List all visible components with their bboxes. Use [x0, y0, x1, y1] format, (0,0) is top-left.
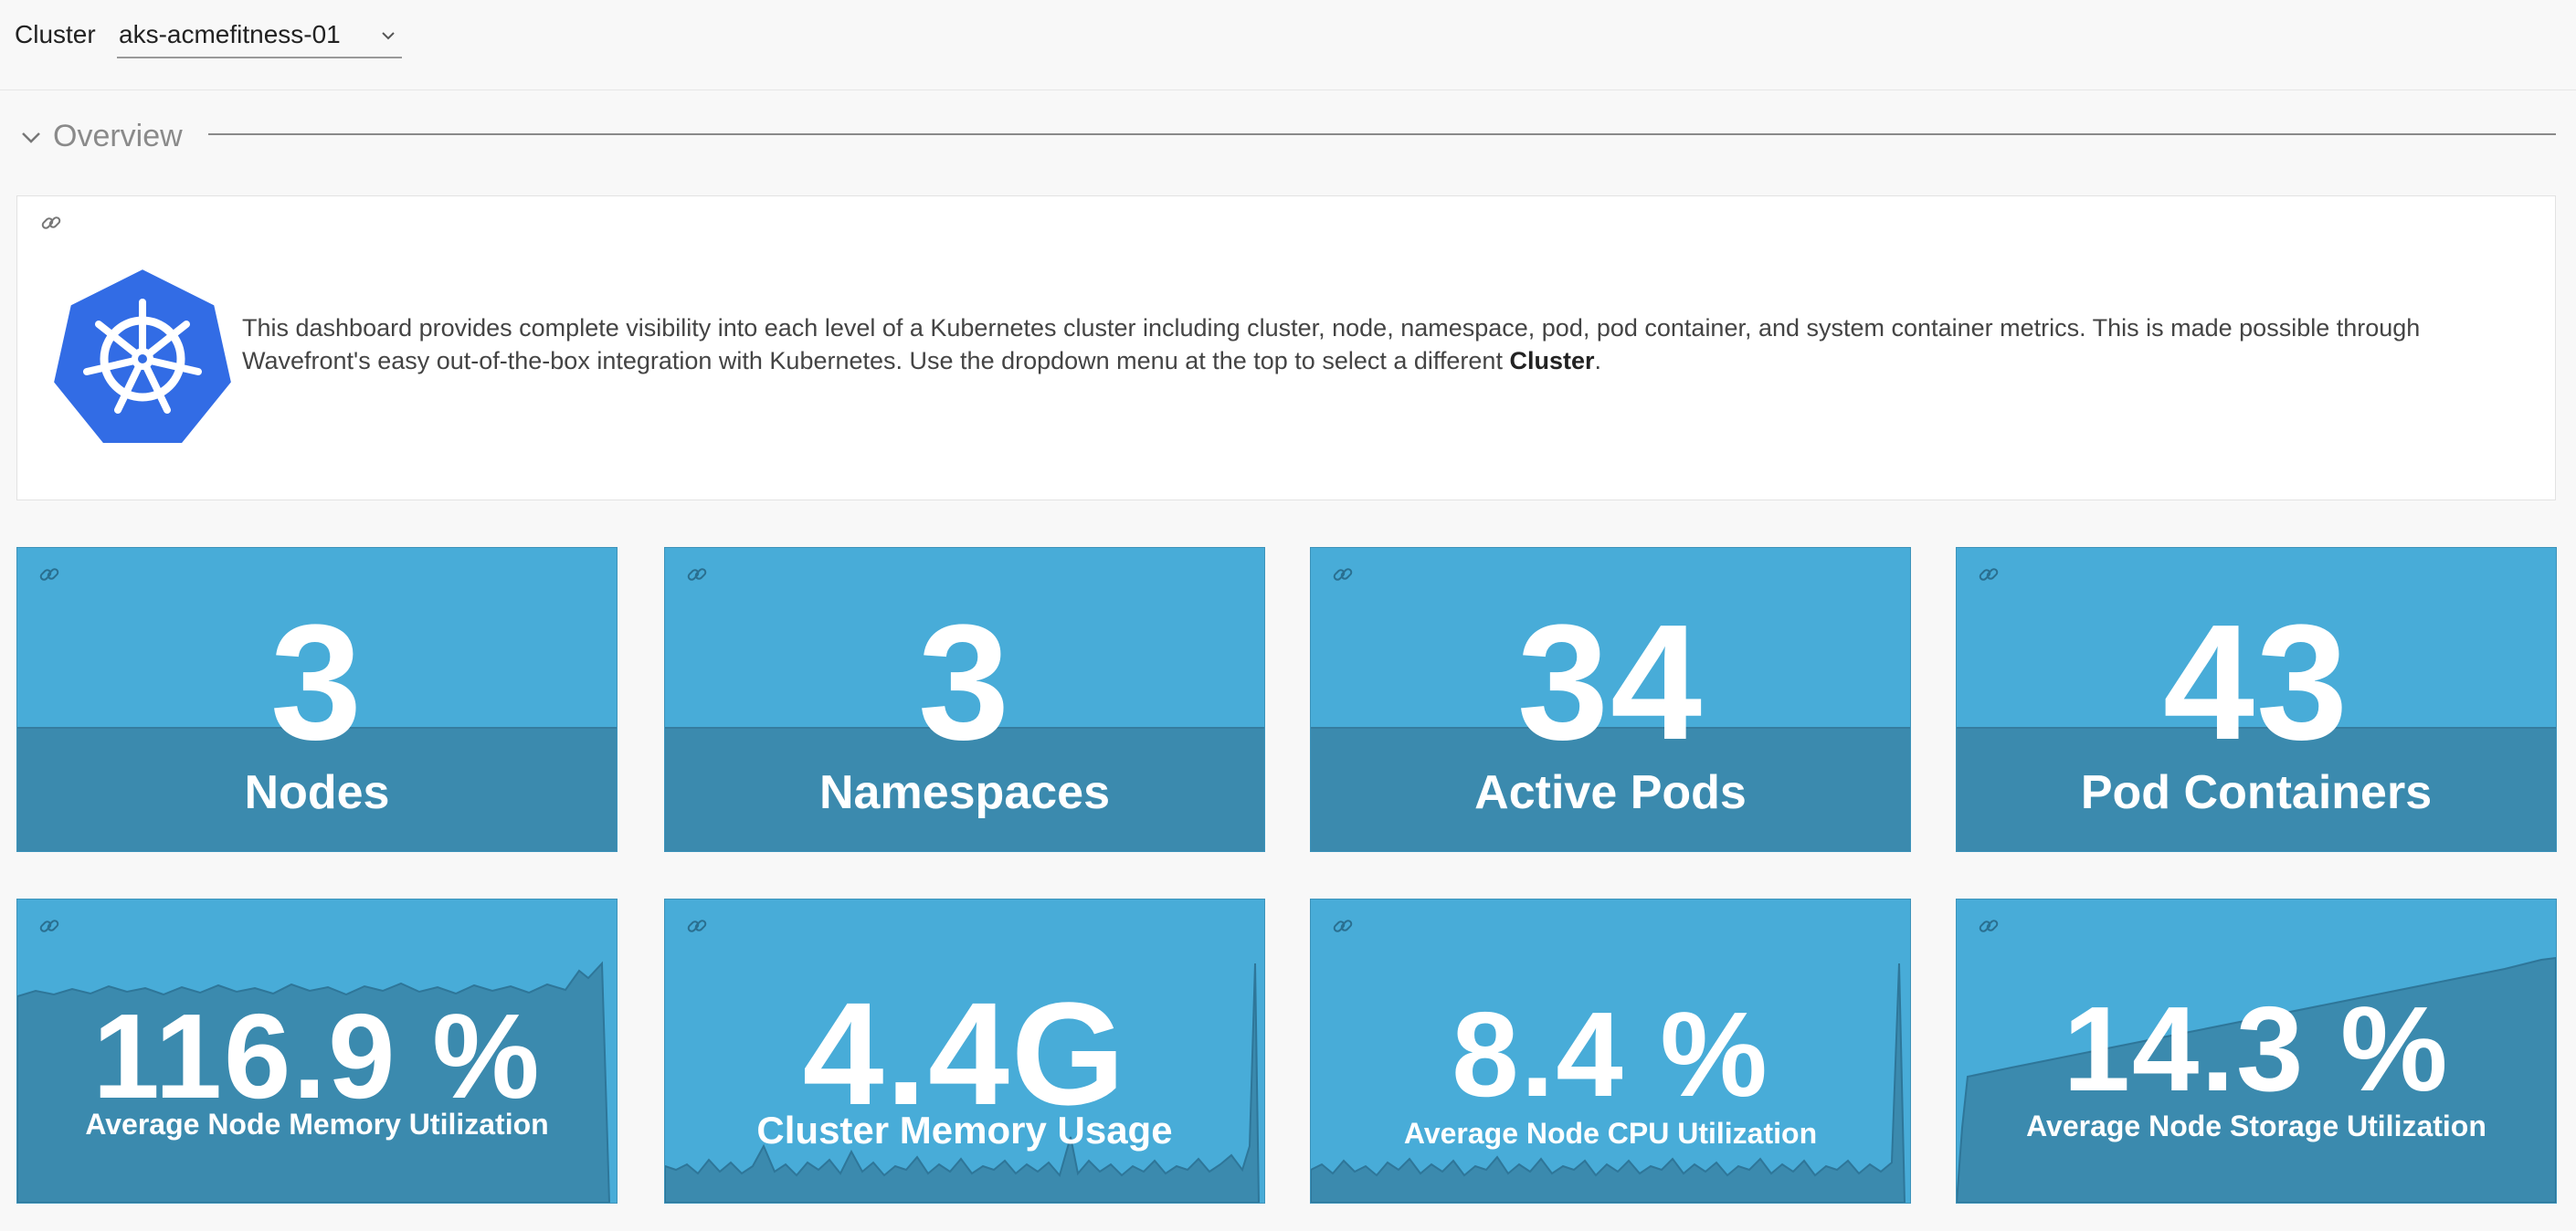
stat-value: 3 [269, 591, 364, 774]
metric-label: Average Node Storage Utilization [2026, 1110, 2486, 1142]
description-text: This dashboard provides complete visibil… [242, 314, 2421, 374]
metric-label: Cluster Memory Usage [756, 1109, 1173, 1152]
metric-tile-node-storage[interactable]: 14.3 % Average Node Storage Utilization [1956, 899, 2557, 1204]
link-icon[interactable] [39, 211, 63, 235]
description-card: This dashboard provides complete visibil… [16, 195, 2556, 500]
section-divider [208, 133, 2556, 135]
metric-label: Average Node Memory Utilization [85, 1108, 549, 1141]
stat-value: 34 [1516, 591, 1705, 774]
metric-label: Average Node CPU Utilization [1403, 1117, 1818, 1150]
stat-tile-active-pods[interactable]: 34 Active Pods [1310, 547, 1911, 852]
link-icon[interactable] [37, 563, 61, 586]
link-icon[interactable] [685, 914, 709, 938]
stat-label: Namespaces [819, 766, 1110, 819]
metric-value: 14.3 % [2063, 982, 2450, 1116]
chevron-down-icon[interactable] [18, 124, 44, 150]
cluster-filter-label: Cluster [15, 20, 96, 48]
link-icon[interactable] [1977, 563, 2001, 586]
stat-label: Pod Containers [2080, 766, 2433, 819]
description-cluster-bold: Cluster [1509, 347, 1595, 374]
stat-tile-namespaces[interactable]: 3 Namespaces [664, 547, 1265, 852]
filter-bar: Cluster aks-acmefitness-01 [0, 0, 2576, 90]
link-icon[interactable] [37, 914, 61, 938]
link-icon[interactable] [1977, 914, 2001, 938]
chevron-down-icon [382, 32, 395, 40]
stat-value: 43 [2162, 591, 2350, 774]
section-overview: Overview [0, 110, 2576, 164]
metric-value: 8.4 % [1452, 987, 1769, 1121]
metric-value: 116.9 % [92, 989, 542, 1123]
stat-label: Nodes [244, 766, 390, 819]
stat-tile-pod-containers[interactable]: 43 Pod Containers [1956, 547, 2557, 852]
link-icon[interactable] [1331, 914, 1355, 938]
metric-tile-node-cpu[interactable]: 8.4 % Average Node CPU Utilization [1310, 899, 1911, 1204]
kubernetes-logo [50, 266, 235, 447]
section-title[interactable]: Overview [53, 119, 183, 154]
metric-tile-node-memory[interactable]: 116.9 % Average Node Memory Utilization [16, 899, 618, 1204]
metric-tile-cluster-memory[interactable]: 4.4G Cluster Memory Usage [664, 899, 1265, 1204]
cluster-dropdown-value: aks-acmefitness-01 [119, 20, 341, 48]
stat-value: 3 [917, 591, 1012, 774]
stat-label: Active Pods [1474, 766, 1747, 819]
stat-tile-nodes[interactable]: 3 Nodes [16, 547, 618, 852]
link-icon[interactable] [1331, 563, 1355, 586]
link-icon[interactable] [685, 563, 709, 586]
cluster-dropdown[interactable]: aks-acmefitness-01 [117, 13, 402, 58]
